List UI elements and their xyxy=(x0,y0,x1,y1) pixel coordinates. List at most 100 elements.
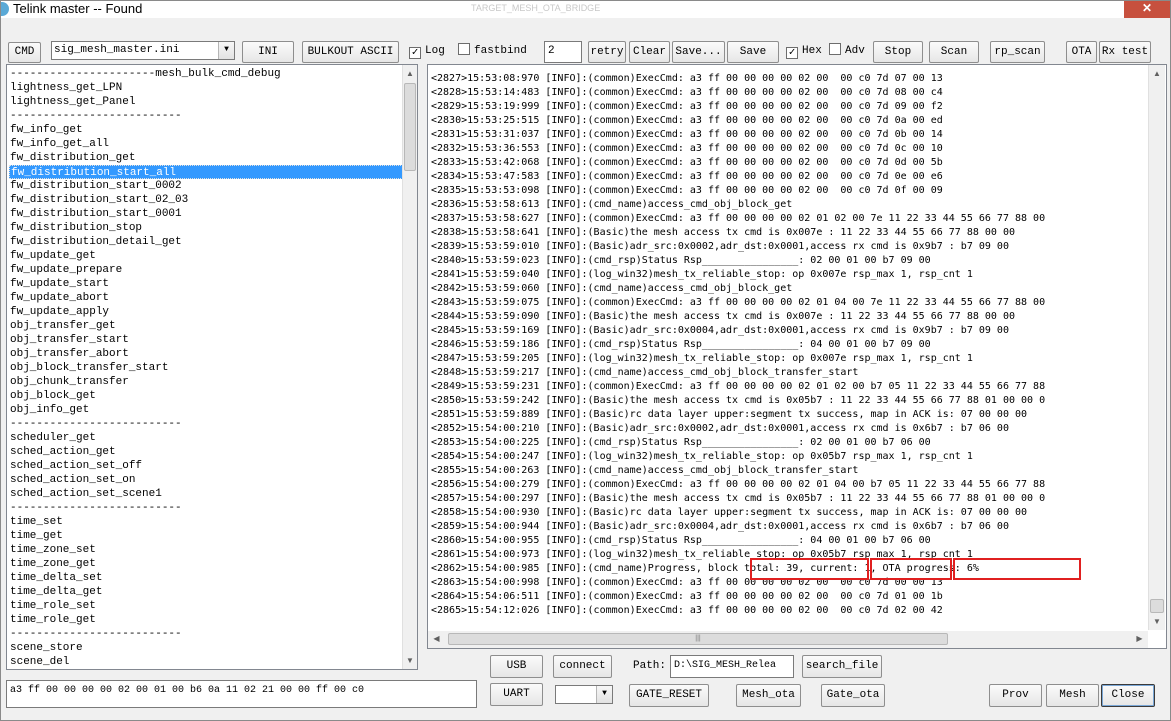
command-list-item[interactable]: scene_store xyxy=(9,641,403,655)
log-line: <2855>15:54:00:263 [INFO]:(cmd_name)acce… xyxy=(431,465,859,476)
log-line: <2831>15:53:31:037 [INFO]:(common)ExecCm… xyxy=(431,129,943,140)
log-line: <2834>15:53:47:583 [INFO]:(common)ExecCm… xyxy=(431,171,943,182)
rx-test-button[interactable]: Rx test xyxy=(1099,41,1151,63)
command-list[interactable]: ----------------------mesh_bulk_cmd_debu… xyxy=(6,64,418,670)
command-list-item[interactable]: -------------------------- xyxy=(9,109,403,123)
command-list-item[interactable]: time_role_get xyxy=(9,613,403,627)
scroll-down-icon[interactable]: ▼ xyxy=(403,652,417,669)
command-list-item[interactable]: time_zone_set xyxy=(9,543,403,557)
command-list-item[interactable]: obj_block_get xyxy=(9,389,403,403)
command-list-item[interactable]: fw_distribution_detail_get xyxy=(9,235,403,249)
chevron-down-icon[interactable]: ▼ xyxy=(218,42,234,59)
command-list-item[interactable]: time_delta_set xyxy=(9,571,403,585)
scrollbar-thumb[interactable]: ||| xyxy=(448,633,948,645)
ini-file-value: sig_mesh_master.ini xyxy=(54,44,180,56)
log-vertical-scrollbar[interactable]: ▲ ▼ xyxy=(1148,65,1165,630)
command-list-item[interactable]: fw_distribution_start_02_03 xyxy=(9,193,403,207)
command-list-item[interactable]: fw_info_get xyxy=(9,123,403,137)
command-list-scrollbar[interactable]: ▲ ▼ xyxy=(402,65,417,669)
fastbind-checkbox[interactable]: fastbind xyxy=(458,43,527,59)
command-list-item[interactable]: fw_info_get_all xyxy=(9,137,403,151)
window-close-icon[interactable]: ✕ xyxy=(1124,1,1170,18)
path-field[interactable]: D:\SIG_MESH_Relea xyxy=(670,655,794,678)
log-line: <2839>15:53:59:010 [INFO]:(Basic)adr_src… xyxy=(431,241,1009,252)
clear-button[interactable]: Clear xyxy=(629,41,670,63)
uart-port-select[interactable]: ▼ xyxy=(555,685,613,704)
command-list-item[interactable]: time_delta_get xyxy=(9,585,403,599)
hex-checkbox[interactable]: ✓ Hex xyxy=(786,43,822,59)
command-list-item[interactable]: fw_update_prepare xyxy=(9,263,403,277)
log-line: <2847>15:53:59:205 [INFO]:(log_win32)mes… xyxy=(431,353,973,364)
command-list-item[interactable]: time_set xyxy=(9,515,403,529)
command-list-item[interactable]: ----------------------mesh_bulk_cmd_debu… xyxy=(9,67,403,81)
usb-button[interactable]: USB xyxy=(490,655,543,678)
ini-button[interactable]: INI xyxy=(242,41,294,63)
log-line: <2832>15:53:36:553 [INFO]:(common)ExecCm… xyxy=(431,143,943,154)
save-button[interactable]: Save xyxy=(727,41,779,63)
command-list-item[interactable]: time_get xyxy=(9,529,403,543)
gate-ota-button[interactable]: Gate_ota xyxy=(821,684,885,707)
command-list-item[interactable]: sched_action_set_scene1 xyxy=(9,487,403,501)
command-list-item[interactable]: fw_update_get xyxy=(9,249,403,263)
command-list-item[interactable]: obj_block_transfer_start xyxy=(9,361,403,375)
scroll-right-icon[interactable]: ▶ xyxy=(1131,631,1148,648)
command-list-item[interactable]: obj_transfer_abort xyxy=(9,347,403,361)
ota-button[interactable]: OTA xyxy=(1066,41,1097,63)
retry-button[interactable]: retry xyxy=(588,41,626,63)
adv-checkbox[interactable]: Adv xyxy=(829,43,865,59)
command-list-item[interactable]: time_zone_get xyxy=(9,557,403,571)
search-file-button[interactable]: search_file xyxy=(802,655,882,678)
log-line: <2838>15:53:58:641 [INFO]:(Basic)the mes… xyxy=(431,227,1015,238)
command-list-item[interactable]: sched_action_set_on xyxy=(9,473,403,487)
close-button[interactable]: Close xyxy=(1101,684,1155,707)
title-bar: Telink master -- Found TARGET_MESH_OTA_B… xyxy=(1,1,1170,18)
scrollbar-thumb[interactable] xyxy=(404,83,416,171)
command-list-item[interactable]: obj_transfer_start xyxy=(9,333,403,347)
stop-button[interactable]: Stop xyxy=(873,41,923,63)
command-list-item[interactable]: fw_distribution_start_0002 xyxy=(9,179,403,193)
retry-count-field[interactable]: 2 xyxy=(544,41,582,63)
scroll-up-icon[interactable]: ▲ xyxy=(1149,65,1165,82)
command-list-item[interactable]: obj_info_get xyxy=(9,403,403,417)
log-horizontal-scrollbar[interactable]: ◀ ||| ▶ xyxy=(428,631,1148,648)
command-list-item[interactable]: -------------------------- xyxy=(9,417,403,431)
command-list-item[interactable]: fw_distribution_get xyxy=(9,151,403,165)
gate-reset-button[interactable]: GATE_RESET xyxy=(629,684,709,707)
connect-button[interactable]: connect xyxy=(553,655,612,678)
rp-scan-button[interactable]: rp_scan xyxy=(990,41,1045,63)
command-list-item[interactable]: fw_distribution_stop xyxy=(9,221,403,235)
cmd-button[interactable]: CMD xyxy=(8,42,41,63)
scroll-up-icon[interactable]: ▲ xyxy=(403,65,417,82)
log-checkbox[interactable]: ✓ Log xyxy=(409,43,445,59)
command-list-item[interactable]: obj_chunk_transfer xyxy=(9,375,403,389)
uart-button[interactable]: UART xyxy=(490,683,543,706)
chevron-down-icon[interactable]: ▼ xyxy=(596,686,612,703)
bulkout-ascii-button[interactable]: BULKOUT ASCII xyxy=(302,41,399,63)
scrollbar-thumb[interactable] xyxy=(1150,599,1164,613)
highlight-block-total xyxy=(750,558,869,580)
mesh-ota-button[interactable]: Mesh_ota xyxy=(736,684,801,707)
command-list-item[interactable]: sched_action_set_off xyxy=(9,459,403,473)
command-input[interactable]: a3 ff 00 00 00 00 02 00 01 00 b6 0a 11 0… xyxy=(6,680,477,708)
scan-button[interactable]: Scan xyxy=(929,41,979,63)
command-list-item[interactable]: time_role_set xyxy=(9,599,403,613)
command-list-item[interactable]: obj_transfer_get xyxy=(9,319,403,333)
save-as-button[interactable]: Save... xyxy=(672,41,725,63)
command-list-item[interactable]: fw_distribution_start_0001 xyxy=(9,207,403,221)
command-list-item[interactable]: -------------------------- xyxy=(9,501,403,515)
command-list-item[interactable]: fw_update_abort xyxy=(9,291,403,305)
mesh-button[interactable]: Mesh xyxy=(1046,684,1099,707)
command-list-item[interactable]: fw_update_apply xyxy=(9,305,403,319)
command-list-item[interactable]: fw_update_start xyxy=(9,277,403,291)
command-list-item[interactable]: -------------------------- xyxy=(9,627,403,641)
command-list-item[interactable]: fw_distribution_start_all xyxy=(9,165,403,179)
command-list-item[interactable]: scheduler_get xyxy=(9,431,403,445)
command-list-item[interactable]: scene_del xyxy=(9,655,403,669)
command-list-item[interactable]: lightness_get_LPN xyxy=(9,81,403,95)
scroll-down-icon[interactable]: ▼ xyxy=(1149,613,1165,630)
ini-file-select[interactable]: sig_mesh_master.ini ▼ xyxy=(51,41,235,60)
command-list-item[interactable]: sched_action_get xyxy=(9,445,403,459)
command-list-item[interactable]: lightness_get_Panel xyxy=(9,95,403,109)
scroll-left-icon[interactable]: ◀ xyxy=(428,631,445,648)
prov-button[interactable]: Prov xyxy=(989,684,1042,707)
